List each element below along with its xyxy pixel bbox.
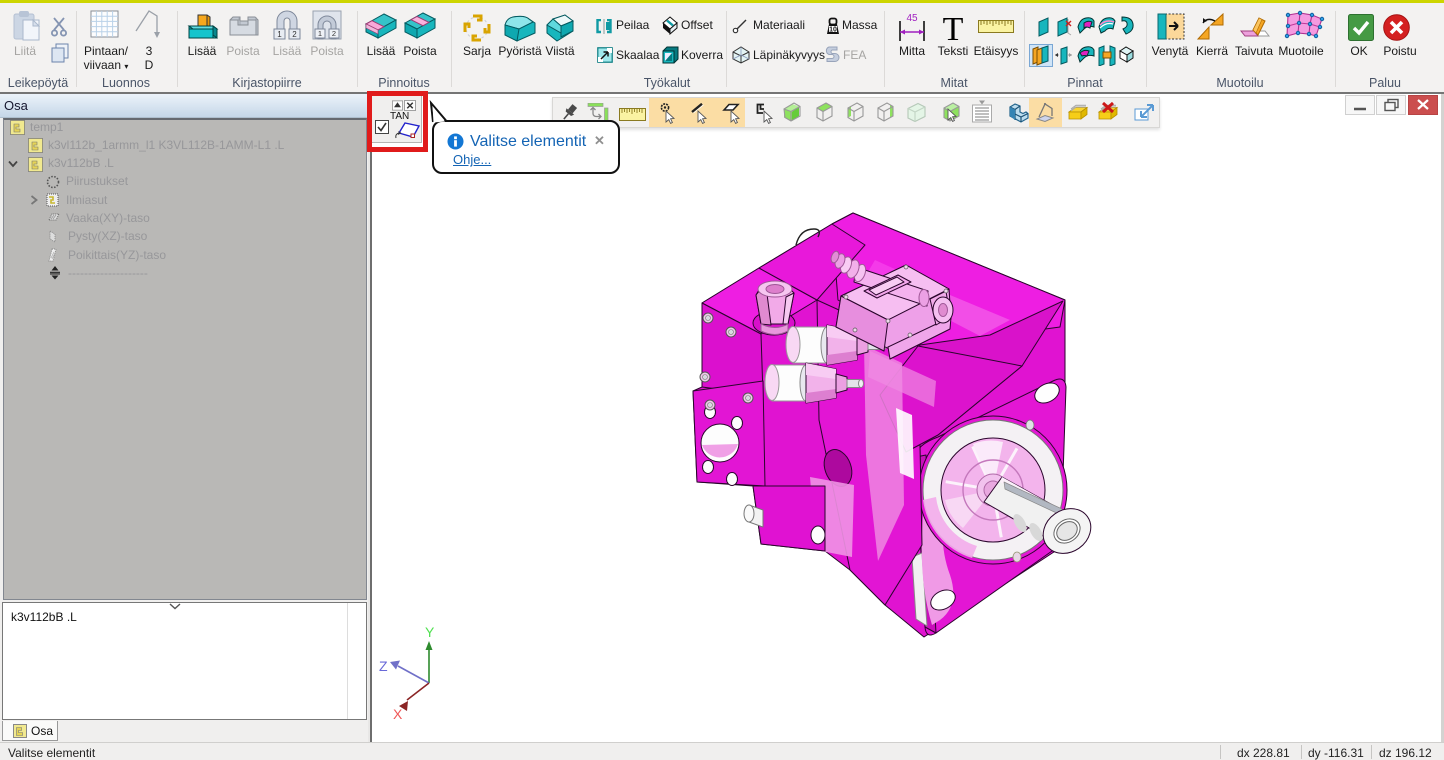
svg-text:Z: Z <box>379 658 388 674</box>
svg-text:2: 2 <box>292 30 297 39</box>
svg-text:1: 1 <box>318 29 322 38</box>
svg-text:X: X <box>393 706 403 719</box>
svg-text:1: 1 <box>277 30 282 39</box>
svg-text:2: 2 <box>332 29 336 38</box>
svg-text:10: 10 <box>829 27 837 34</box>
svg-text:Y: Y <box>425 624 435 640</box>
svg-text:45: 45 <box>906 13 918 24</box>
